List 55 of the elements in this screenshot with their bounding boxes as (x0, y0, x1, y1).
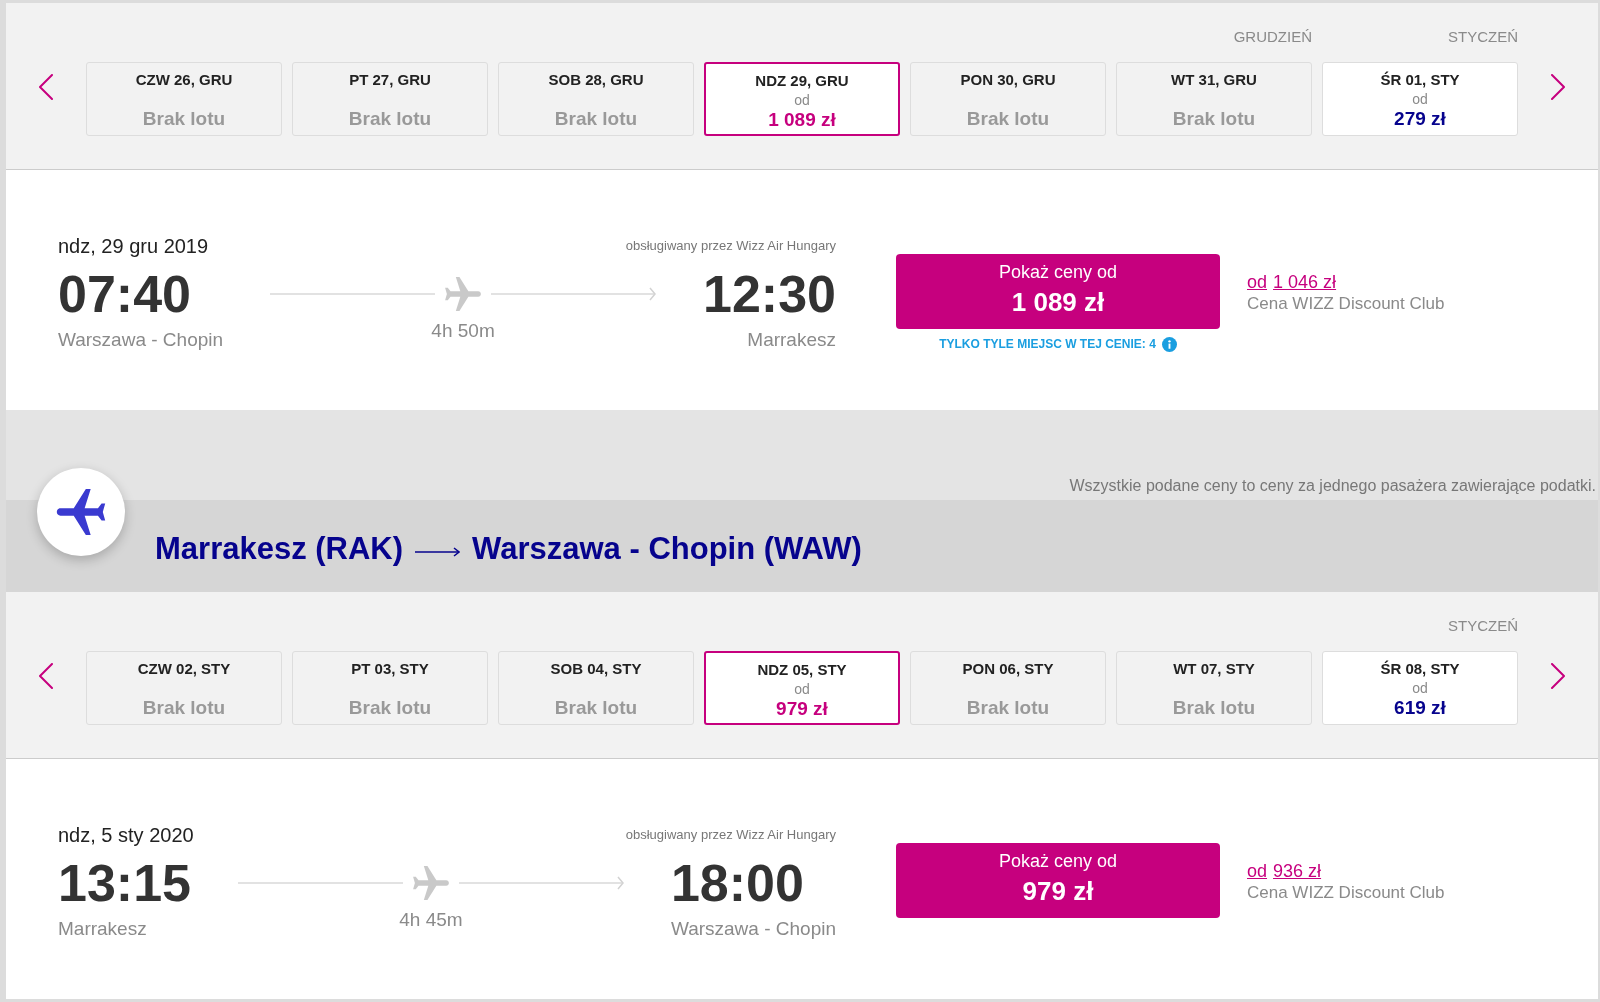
month-label: STYCZEŃ (1448, 616, 1518, 636)
date-option[interactable]: PON 06, STY Brak lotu (910, 651, 1106, 725)
discount-from-link[interactable]: od (1247, 860, 1268, 882)
price-note: Wszystkie podane ceny to ceny za jednego pasażera zawierające podatki. (1069, 476, 1596, 496)
arrival-time: 18:00 (670, 857, 804, 909)
departure-station: Warszawa - Chopin (58, 328, 224, 352)
flight-duration: 4h 45m (399, 909, 463, 931)
departure-time: 07:40 (58, 268, 191, 320)
info-icon[interactable] (1161, 336, 1177, 352)
date-option[interactable]: ŚR 01, STY od 279 zł (1322, 62, 1518, 136)
route-origin: Marrakesz (RAK) (155, 530, 404, 568)
chevron-right-icon (1551, 74, 1565, 100)
next-dates-button[interactable] (1551, 663, 1565, 689)
flight-duration: 4h 50m (431, 320, 495, 342)
flight-date: ndz, 5 sty 2020 (58, 823, 194, 847)
date-option[interactable]: CZW 02, STY Brak lotu (86, 651, 282, 725)
discount-from-link[interactable]: od (1247, 271, 1268, 293)
operator-text: obsługiwany przez Wizz Air Hungary (625, 238, 836, 254)
long-arrow-icon (415, 547, 461, 557)
show-prices-button[interactable]: Pokaż ceny od 979 zł (896, 843, 1220, 918)
chevron-left-icon (39, 74, 53, 100)
next-dates-button[interactable] (1551, 74, 1565, 100)
arrival-time: 12:30 (703, 268, 836, 320)
discount-club-label: Cena WIZZ Discount Club (1247, 883, 1445, 903)
departure-time: 13:15 (58, 857, 191, 909)
previous-dates-button[interactable] (39, 663, 53, 689)
operator-text: obsługiwany przez Wizz Air Hungary (625, 827, 836, 843)
discount-price-link[interactable]: 936 zł (1273, 860, 1322, 882)
discount-price-link[interactable]: 1 046 zł (1273, 271, 1337, 293)
date-option[interactable]: PT 03, STY Brak lotu (292, 651, 488, 725)
date-option[interactable]: WT 07, STY Brak lotu (1116, 651, 1312, 725)
date-option[interactable]: ŚR 08, STY od 619 zł (1322, 651, 1518, 725)
month-label: STYCZEŃ (1448, 27, 1518, 47)
airplane-icon (445, 277, 482, 311)
chevron-right-icon (1551, 663, 1565, 689)
date-option[interactable]: SOB 04, STY Brak lotu (498, 651, 694, 725)
departure-station: Marrakesz (58, 917, 147, 941)
show-prices-button[interactable]: Pokaż ceny od 1 089 zł (896, 254, 1220, 329)
chevron-left-icon (39, 663, 53, 689)
arrival-station: Marrakesz (747, 328, 836, 352)
date-option[interactable]: NDZ 05, STY od 979 zł (704, 651, 900, 725)
date-option[interactable]: WT 31, GRU Brak lotu (1116, 62, 1312, 136)
flight-date: ndz, 29 gru 2019 (58, 234, 209, 258)
arrival-station: Warszawa - Chopin (670, 917, 836, 941)
date-option[interactable]: PON 30, GRU Brak lotu (910, 62, 1106, 136)
route-destination: Warszawa - Chopin (WAW) (472, 530, 862, 568)
date-option[interactable]: SOB 28, GRU Brak lotu (498, 62, 694, 136)
previous-dates-button[interactable] (39, 74, 53, 100)
seats-left-notice: TYLKO TYLE MIEJSC W TEJ CENIE: 4 (939, 336, 1156, 352)
month-label: GRUDZIEŃ (1233, 27, 1312, 47)
airplane-icon (412, 866, 449, 900)
date-option[interactable]: NDZ 29, GRU od 1 089 zł (704, 62, 900, 136)
discount-club-label: Cena WIZZ Discount Club (1247, 294, 1445, 314)
date-option[interactable]: CZW 26, GRU Brak lotu (86, 62, 282, 136)
date-option[interactable]: PT 27, GRU Brak lotu (292, 62, 488, 136)
